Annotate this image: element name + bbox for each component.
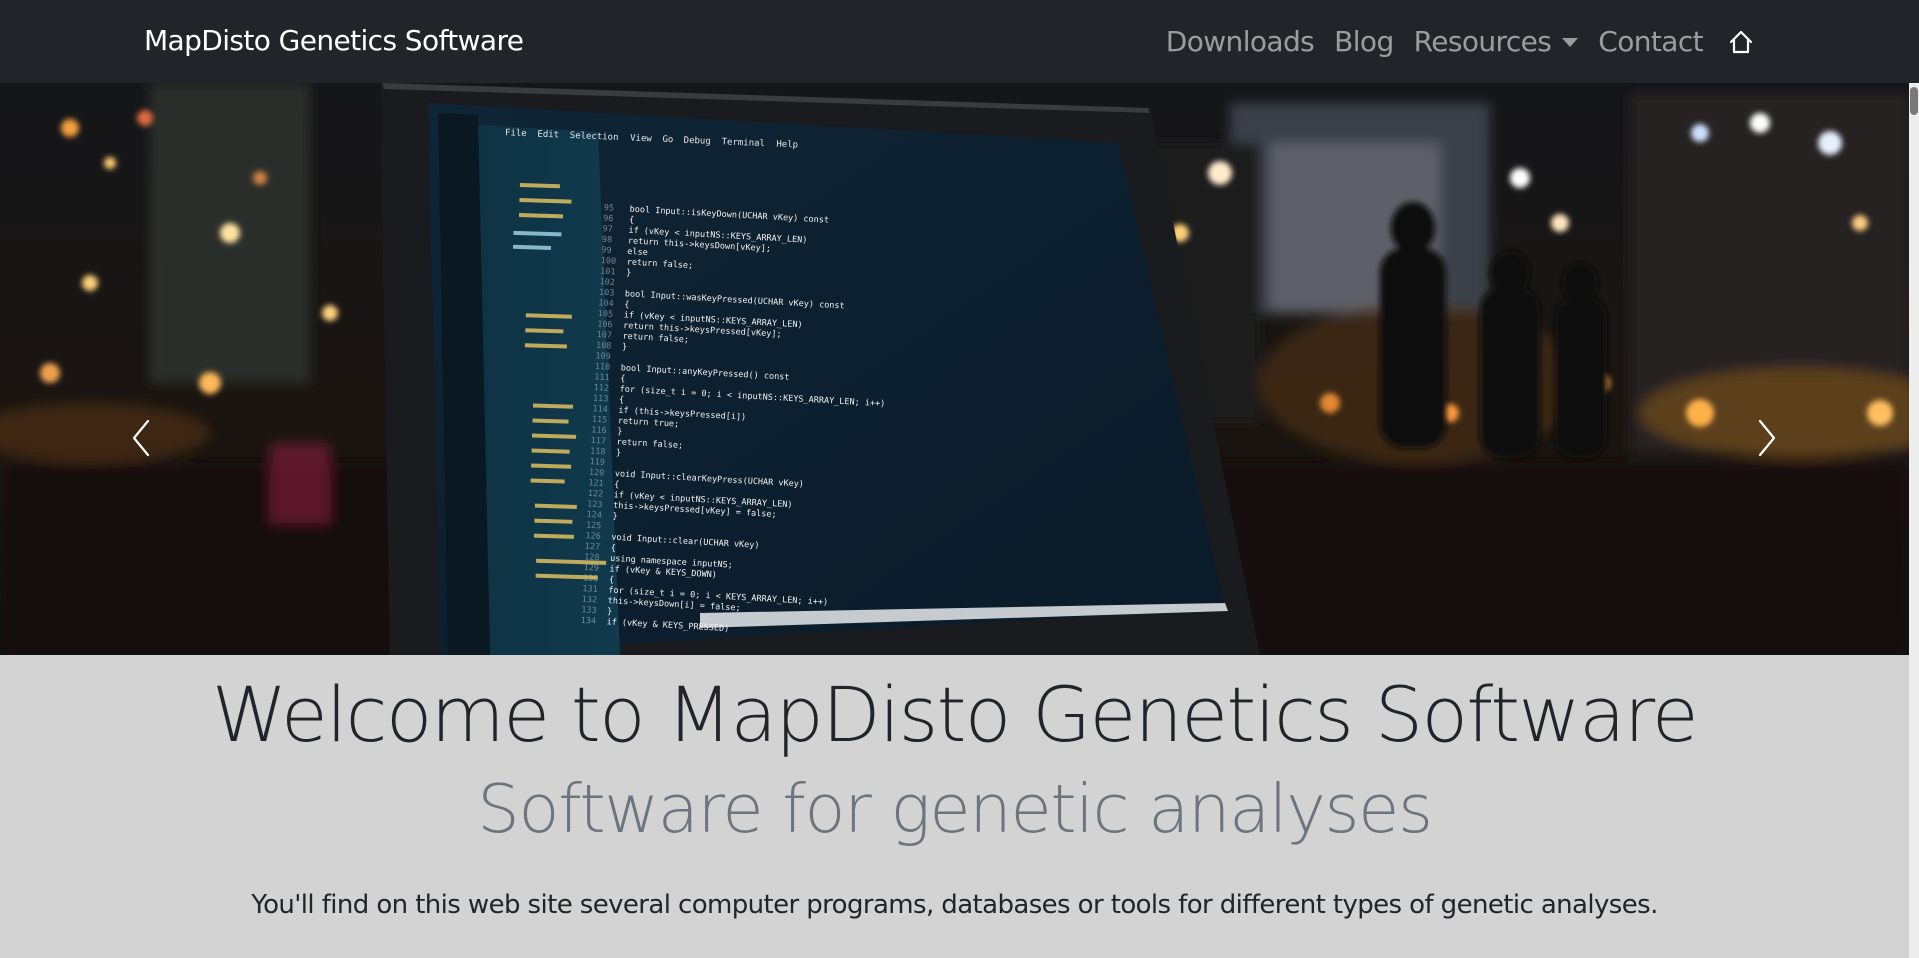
code-line-number: 111 (594, 372, 610, 383)
code-line-number: 103 (599, 288, 615, 299)
code-line: } (616, 448, 622, 458)
top-navbar: MapDisto Genetics Software Downloads Blo… (0, 0, 1919, 83)
code-line-number: 119 (589, 457, 605, 468)
editor-menu-item: Help (776, 140, 798, 151)
nav-link-blog[interactable]: Blog (1334, 25, 1394, 58)
code-line-number: 118 (590, 447, 606, 458)
home-icon[interactable] (1727, 28, 1755, 56)
code-line-number: 100 (600, 256, 616, 267)
code-line-number: 120 (589, 468, 605, 479)
code-line-number: 121 (588, 478, 604, 489)
code-line: else (627, 247, 648, 258)
carousel-prev-button[interactable] (122, 413, 162, 463)
editor-menu-item: Edit (537, 130, 559, 141)
editor-menu-item: File (505, 128, 527, 139)
code-line-number: 116 (591, 425, 607, 436)
editor-menu-item: View (630, 133, 653, 144)
code-line-number: 122 (587, 489, 603, 500)
code-line: } (612, 511, 618, 521)
caret-down-icon (1562, 38, 1579, 47)
code-line-number: 133 (581, 605, 597, 616)
hero-image: File Edit Selection View Go Debug Terminal Help… (0, 83, 1909, 655)
page-title: Welcome to MapDisto Genetics Software (211, 670, 1699, 759)
code-line-number: 113 (593, 394, 609, 405)
code-line: { (620, 374, 626, 384)
code-line-number: 117 (590, 436, 606, 447)
page-scrollbar-thumb[interactable] (1910, 87, 1918, 115)
editor-menu-item: Debug (683, 136, 710, 147)
chevron-left-icon (132, 419, 150, 457)
code-line-number: 126 (585, 531, 601, 542)
code-line: { (619, 395, 625, 405)
code-line-number: 123 (587, 499, 603, 510)
code-line-number: 98 (602, 235, 613, 246)
code-line-number: 134 (580, 616, 596, 627)
nav-link-downloads[interactable]: Downloads (1166, 25, 1315, 58)
code-line: } (626, 268, 632, 278)
page-scrollbar[interactable] (1909, 83, 1919, 958)
code-line-number: 114 (592, 404, 608, 415)
code-line-number: 107 (596, 330, 612, 341)
code-line: { (629, 215, 635, 225)
editor-menu-item: Terminal (721, 137, 765, 149)
nav-links: Downloads Blog Resources Contact (1166, 0, 1755, 83)
code-line-number: 105 (597, 309, 613, 320)
code-line: { (609, 575, 615, 585)
editor-menu-item: Selection (570, 131, 619, 143)
code-line: { (610, 543, 616, 553)
nav-dropdown-resources[interactable]: Resources (1414, 25, 1579, 58)
code-line-number: 95 (603, 203, 614, 214)
code-line-number: 104 (598, 298, 614, 309)
code-line-number: 97 (602, 224, 613, 235)
intro-text: You'll find on this web site several com… (251, 890, 1658, 920)
carousel-next-button[interactable] (1746, 413, 1786, 463)
code-line: } (622, 342, 628, 352)
code-line-number: 112 (593, 383, 609, 394)
code-line-number: 101 (600, 267, 616, 278)
code-line-number: 102 (599, 277, 615, 288)
code-line: { (614, 480, 620, 490)
editor-menu-item: Go (662, 135, 673, 145)
code-line-number: 110 (595, 362, 611, 373)
code-line-number: 124 (586, 510, 602, 521)
code-line-number: 132 (582, 595, 598, 606)
code-line-number: 125 (586, 521, 602, 532)
code-line-number: 131 (582, 584, 598, 595)
nav-dropdown-resources-label: Resources (1413, 25, 1552, 58)
code-line: } (617, 427, 623, 437)
code-line-number: 127 (584, 542, 600, 553)
code-line-number: 96 (603, 214, 614, 225)
code-line-number: 108 (596, 341, 612, 352)
code-line-number: 115 (592, 415, 608, 426)
code-line: { (624, 300, 630, 310)
code-line: } (607, 607, 613, 617)
page-subtitle: Software for genetic analyses (477, 770, 1433, 848)
code-line-number: 99 (601, 245, 612, 256)
code-line-number: 106 (597, 320, 613, 331)
chevron-right-icon (1758, 419, 1776, 457)
brand-link[interactable]: MapDisto Genetics Software (144, 0, 524, 83)
code-line-number: 109 (595, 351, 611, 362)
nav-link-contact[interactable]: Contact (1598, 25, 1703, 58)
hero-carousel: File Edit Selection View Go Debug Terminal Help… (0, 83, 1909, 655)
